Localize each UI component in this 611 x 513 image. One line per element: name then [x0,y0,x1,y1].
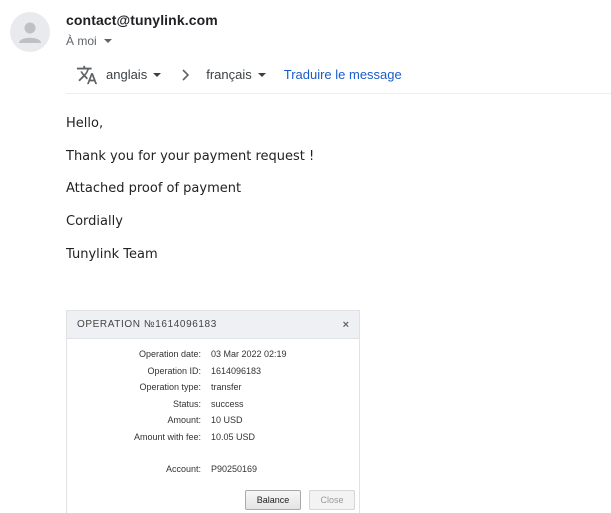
detail-row: Status: success [67,399,359,413]
recipient-dropdown[interactable]: À moi [66,34,112,48]
target-language-select[interactable]: français [206,67,266,82]
message-line-2: Attached proof of payment [66,181,242,196]
detail-label: Amount with fee: [133,431,201,442]
detail-label: Amount: [167,415,201,425]
detail-value: success [211,398,244,409]
close-icon: × [342,318,349,331]
translate-icon [76,65,98,84]
recipient-label: À moi [66,34,97,48]
chevron-down-icon [103,39,112,43]
message-line-3: Cordially [66,214,123,229]
receipt-header: OPERATION №1614096183 × [67,311,359,339]
detail-row: Account: P90250169 [67,464,359,478]
message-signature: Tunylink Team [66,247,158,262]
detail-value: P90250169 [211,464,258,474]
detail-value: 10 USD [211,415,243,425]
chevron-down-icon [153,72,162,77]
source-language-select[interactable]: anglais [106,67,162,82]
detail-row: Operation ID: 1614096183 [67,366,359,380]
message-greeting: Hello, [66,116,104,131]
detail-value: 10.05 USD [211,431,256,442]
detail-label: Operation type: [139,382,201,392]
detail-row: Operation date: 03 Mar 2022 02:19 [67,349,359,363]
balance-button: Balance [245,490,301,510]
sender-email[interactable]: contact@tunylink.com [66,12,218,28]
detail-label: Operation date: [138,349,201,359]
detail-label: Status: [172,398,201,409]
detail-row: Operation type: transfer [67,382,359,396]
detail-label: Account: [165,464,201,474]
translate-bar: anglais français Traduire le message [66,56,611,94]
detail-value: transfer [211,382,242,392]
chevron-right-icon [181,68,191,81]
message-line-1: Thank you for your payment request ! [66,149,315,164]
detail-value: 03 Mar 2022 02:19 [211,349,287,359]
detail-label: Operation ID: [147,365,201,376]
avatar[interactable] [10,12,50,52]
chevron-down-icon [257,72,266,77]
detail-row: Amount: 10 USD [67,415,359,429]
person-icon [19,22,41,43]
close-button: Close [309,490,355,510]
detail-value: 1614096183 [211,365,262,376]
translate-message-link[interactable]: Traduire le message [284,67,402,82]
detail-row: Amount with fee: 10.05 USD [67,432,359,446]
source-language-label: anglais [106,67,148,82]
payment-receipt-image: OPERATION №1614096183 × Operation date: … [66,310,360,513]
receipt-title: OPERATION №1614096183 [77,319,217,330]
target-language-label: français [206,67,252,82]
